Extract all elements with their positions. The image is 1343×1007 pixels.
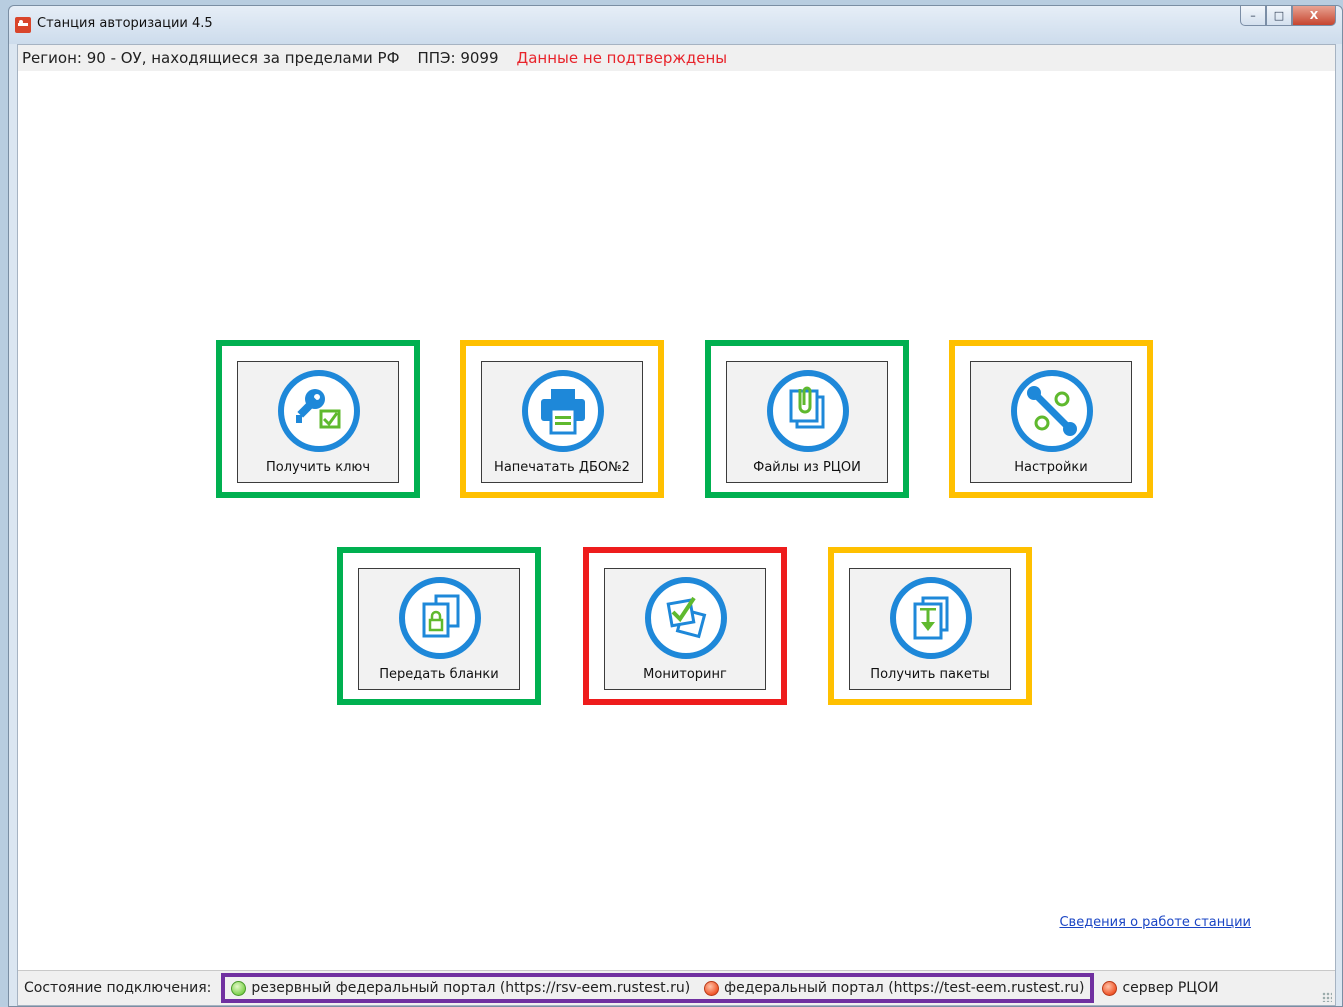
app-icon [15, 17, 31, 33]
transfer-forms-button[interactable]: Передать бланки [358, 568, 520, 690]
connection-reserve-portal: резервный федеральный портал (https://rs… [231, 980, 690, 996]
rcoi-files-button[interactable]: Файлы из РЦОИ [726, 361, 888, 483]
ppe-text: ППЭ: 9099 [417, 49, 499, 67]
tile-frame-rcoi-files: Файлы из РЦОИ [705, 340, 909, 498]
portal-connections-group: резервный федеральный портал (https://rs… [221, 973, 1095, 1003]
tile-frame-monitoring: Мониторинг [583, 547, 787, 705]
tile-frame-settings: Настройки [949, 340, 1153, 498]
tile-frame-print: Напечатать ДБО№2 [460, 340, 664, 498]
resize-grip[interactable] [1322, 992, 1332, 1002]
settings-button[interactable]: Настройки [970, 361, 1132, 483]
minimize-button[interactable]: – [1240, 6, 1266, 26]
get-packages-button[interactable]: Получить пакеты [849, 568, 1011, 690]
tile-label: Напечатать ДБО№2 [494, 460, 630, 475]
main-panel: Регион: 90 - ОУ, находящиеся за пределам… [17, 44, 1336, 1006]
maximize-button[interactable]: □ [1266, 6, 1292, 26]
connection-label: федеральный портал (https://test-eem.rus… [724, 980, 1085, 996]
tile-label: Передать бланки [379, 667, 499, 682]
monitoring-check-icon [645, 577, 727, 659]
tile-label: Получить пакеты [870, 667, 990, 682]
monitoring-button[interactable]: Мониторинг [604, 568, 766, 690]
close-button[interactable]: X [1292, 6, 1336, 26]
paperclip-files-icon [767, 370, 849, 452]
printer-icon [522, 370, 604, 452]
tile-label: Настройки [1014, 460, 1088, 475]
tile-label: Получить ключ [265, 460, 370, 475]
status-red-dot-icon [704, 980, 720, 996]
tile-label: Мониторинг [643, 667, 727, 682]
status-bar: Состояние подключения: резервный федерал… [18, 970, 1335, 1005]
data-status-warning: Данные не подтверждены [516, 49, 728, 67]
station-info-link[interactable]: Сведения о работе станции [1059, 915, 1251, 930]
connection-status-label: Состояние подключения: [24, 980, 212, 996]
status-red-dot-icon [1102, 980, 1118, 996]
info-bar: Регион: 90 - ОУ, находящиеся за пределам… [18, 45, 1335, 71]
print-dbo2-button[interactable]: Напечатать ДБО№2 [481, 361, 643, 483]
connection-rcoi-server: сервер РЦОИ [1102, 980, 1219, 996]
region-text: Регион: 90 - ОУ, находящиеся за пределам… [22, 49, 400, 67]
download-package-icon [890, 577, 972, 659]
window-controls: – □ X [1240, 6, 1336, 28]
tile-frame-get-packages: Получить пакеты [828, 547, 1032, 705]
key-check-icon [278, 370, 360, 452]
tile-frame-get-key: Получить ключ [216, 340, 420, 498]
tile-label: Файлы из РЦОИ [753, 460, 861, 475]
wrench-gears-icon [1011, 370, 1093, 452]
connection-federal-portal: федеральный портал (https://test-eem.rus… [704, 980, 1084, 996]
title-bar[interactable]: Станция авторизации 4.5 – □ X [9, 6, 1342, 44]
connection-label: сервер РЦОИ [1122, 980, 1219, 996]
tile-frame-transfer: Передать бланки [337, 547, 541, 705]
window-title: Станция авторизации 4.5 [37, 16, 213, 31]
status-green-dot-icon [231, 980, 247, 996]
locked-documents-icon [399, 577, 481, 659]
app-window: Станция авторизации 4.5 – □ X Регион: 90… [8, 5, 1343, 1007]
get-key-button[interactable]: Получить ключ [237, 361, 399, 483]
connection-label: резервный федеральный портал (https://rs… [251, 980, 691, 996]
